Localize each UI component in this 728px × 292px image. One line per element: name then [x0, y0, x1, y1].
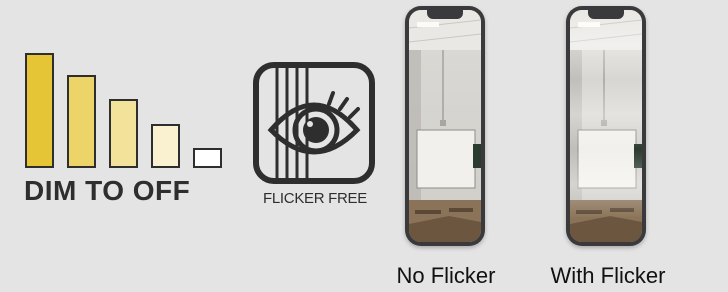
- classroom-image: [409, 10, 481, 242]
- flicker-free-label: FLICKER FREE: [263, 190, 367, 207]
- classroom-image-banded: [570, 10, 642, 242]
- phone-with-flicker: [566, 6, 646, 246]
- phone-notch: [427, 10, 463, 19]
- dim-bar-4: [151, 124, 180, 168]
- dim-bar-2: [67, 75, 96, 168]
- eye-with-lines-icon: [253, 62, 375, 184]
- dim-bar-3: [109, 99, 138, 168]
- phone-notch: [588, 10, 624, 19]
- phone-label-no-flicker: No Flicker: [396, 263, 496, 288]
- dim-bar-5: [193, 148, 222, 168]
- phone-no-flicker: [405, 6, 485, 246]
- dim-bar-1: [25, 53, 54, 168]
- phone-screen: [409, 10, 481, 242]
- phone-label-with-flicker: With Flicker: [550, 263, 666, 288]
- dim-to-off-label: DIM TO OFF: [24, 175, 191, 206]
- phone-screen: [570, 10, 642, 242]
